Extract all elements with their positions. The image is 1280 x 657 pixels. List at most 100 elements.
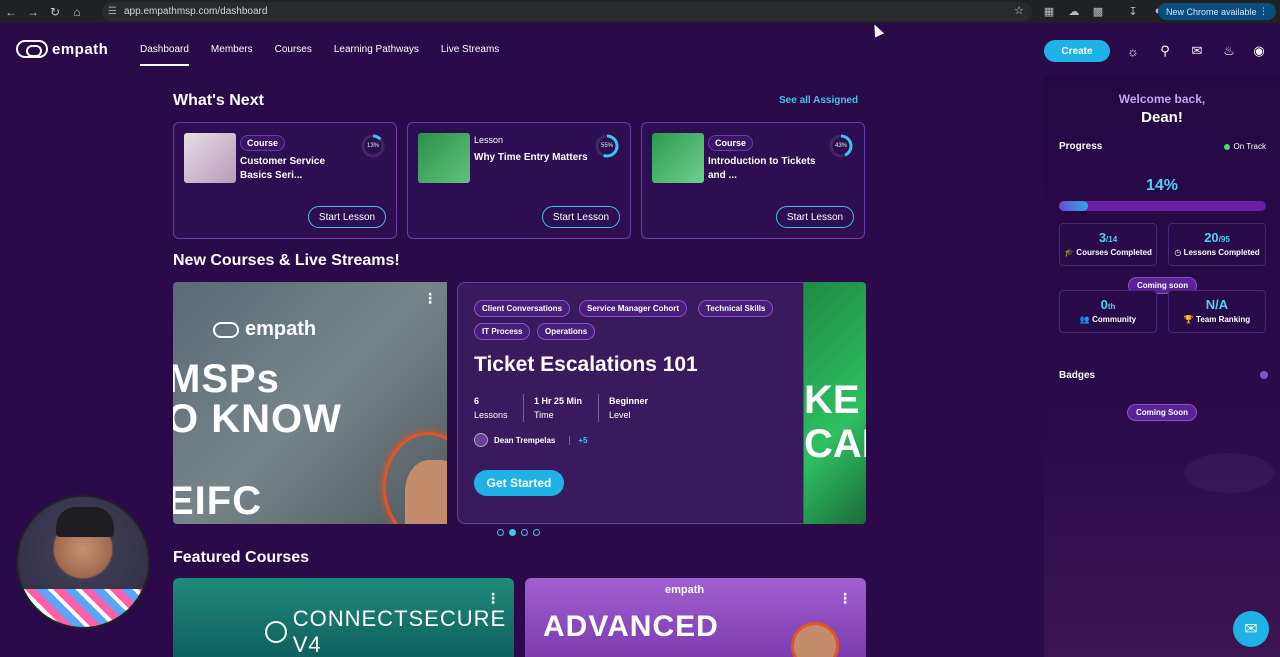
lesson-thumbnail bbox=[418, 133, 470, 183]
carousel-dot-4[interactable] bbox=[533, 529, 540, 536]
extra-authors[interactable]: +5 bbox=[569, 435, 588, 445]
progress-ring: 43% bbox=[828, 133, 854, 159]
app-header: empath Dashboard Members Courses Learnin… bbox=[0, 27, 1280, 73]
card-title: Why Time Entry Matters bbox=[474, 152, 588, 163]
notification-bell-icon[interactable]: ♨ bbox=[1220, 42, 1238, 60]
search-icon[interactable]: ⚲ bbox=[1156, 42, 1174, 60]
extension-cloud-icon[interactable]: ☁ bbox=[1066, 3, 1082, 19]
address-bar[interactable]: ☰ app.empathmsp.com/dashboard ☆ bbox=[102, 2, 1032, 21]
home-icon[interactable]: ⌂ bbox=[66, 1, 88, 23]
presenter-shirt bbox=[18, 589, 148, 627]
stat-level: Beginner Level bbox=[609, 394, 648, 422]
chat-icon[interactable]: ✉ bbox=[1188, 42, 1206, 60]
next-card-customer-service[interactable]: Course Customer Service Basics Seri... 1… bbox=[173, 122, 397, 239]
featured-course-logo: empath bbox=[665, 584, 705, 596]
stat-lessons: 6 Lessons bbox=[474, 394, 508, 422]
theme-sun-icon[interactable]: ☼ bbox=[1124, 42, 1142, 60]
stat-label: Level bbox=[609, 410, 631, 420]
stat-count: 20 bbox=[1204, 230, 1219, 245]
create-button[interactable]: Create bbox=[1044, 40, 1110, 62]
webcam-overlay bbox=[16, 495, 150, 629]
nav-members[interactable]: Members bbox=[211, 44, 253, 64]
progress-ring: 13% bbox=[360, 133, 386, 159]
back-icon[interactable]: ← bbox=[0, 1, 22, 23]
carousel-dot-2[interactable] bbox=[509, 529, 516, 536]
progress-ring: 55% bbox=[594, 133, 620, 159]
tag-it-process[interactable]: IT Process bbox=[474, 323, 531, 340]
carousel-slide-previous[interactable]: empath MSPs O KNOW EIFC ⋮ bbox=[173, 282, 447, 524]
nav-courses[interactable]: Courses bbox=[275, 44, 312, 64]
stat-number: 20/95 bbox=[1169, 230, 1265, 245]
presenter-photo bbox=[405, 460, 447, 524]
stat-caption: ◷ Lessons Completed bbox=[1174, 248, 1260, 257]
user-avatar-icon[interactable]: ◉ bbox=[1250, 42, 1268, 60]
logo-text: empath bbox=[52, 40, 109, 58]
whats-next-title: What's Next bbox=[173, 92, 264, 109]
featured-course-advanced[interactable]: empath ADVANCED ⋮ bbox=[525, 578, 866, 657]
next-card-time-entry[interactable]: Lesson Why Time Entry Matters 55% Start … bbox=[407, 122, 631, 239]
stat-number: N/A bbox=[1169, 297, 1265, 312]
more-options-icon[interactable]: ⋮ bbox=[486, 590, 500, 607]
extensions-puzzle-icon[interactable]: ▩ bbox=[1090, 3, 1106, 19]
carousel-dot-1[interactable] bbox=[497, 529, 504, 536]
tag-service-manager-cohort[interactable]: Service Manager Cohort bbox=[579, 300, 688, 317]
presenter-hat bbox=[56, 507, 114, 537]
support-chat-icon[interactable]: ✉ bbox=[1233, 611, 1269, 647]
empath-logo[interactable]: empath bbox=[16, 40, 108, 58]
author-avatar bbox=[474, 433, 488, 447]
get-started-button[interactable]: Get Started bbox=[474, 470, 564, 496]
chrome-update-button[interactable]: New Chrome available ⋮ bbox=[1157, 3, 1276, 20]
stat-caption: 👥 Community bbox=[1079, 315, 1137, 324]
start-lesson-button[interactable]: Start Lesson bbox=[308, 206, 386, 228]
site-info-icon[interactable]: ☰ bbox=[108, 6, 124, 17]
more-options-icon[interactable]: ⋮ bbox=[838, 590, 852, 607]
carousel-dot-3[interactable] bbox=[521, 529, 528, 536]
see-all-assigned-link[interactable]: See all Assigned bbox=[779, 95, 858, 106]
slide-text-line: EIFC bbox=[173, 479, 263, 523]
nav-live-streams[interactable]: Live Streams bbox=[441, 44, 499, 64]
team-ranking-stat: N/A 🏆 Team Ranking bbox=[1168, 290, 1266, 333]
nav-learning-pathways[interactable]: Learning Pathways bbox=[334, 44, 419, 64]
lessons-completed-stat: 20/95 ◷ Lessons Completed bbox=[1168, 223, 1266, 266]
empath-logo-icon bbox=[16, 40, 48, 58]
progress-sidebar: Welcome back, Dean! Progress On Track 14… bbox=[1044, 73, 1280, 657]
download-icon[interactable]: ↧ bbox=[1125, 3, 1141, 19]
new-courses-title: New Courses & Live Streams! bbox=[173, 252, 400, 269]
more-options-icon[interactable]: ⋮ bbox=[423, 290, 437, 307]
progress-percent: 55% bbox=[600, 143, 613, 149]
progress-label: Progress bbox=[1059, 141, 1103, 152]
forward-icon[interactable]: → bbox=[22, 1, 44, 23]
main-nav: Dashboard Members Courses Learning Pathw… bbox=[140, 44, 499, 66]
nav-dashboard[interactable]: Dashboard bbox=[140, 44, 189, 66]
start-lesson-button[interactable]: Start Lesson bbox=[542, 206, 620, 228]
featured-course-connectsecure[interactable]: CONNECTSECURE V4 ⋮ bbox=[173, 578, 514, 657]
status-badge: On Track bbox=[1223, 142, 1266, 151]
reload-icon[interactable]: ↻ bbox=[44, 1, 66, 23]
carousel-slide-next[interactable]: KE CAI bbox=[804, 282, 866, 524]
info-icon[interactable] bbox=[1260, 371, 1268, 379]
content-type-badge: Course bbox=[240, 135, 286, 151]
stat-value: 6 bbox=[474, 396, 480, 406]
course-authors[interactable]: Dean Trempelas +5 bbox=[474, 433, 588, 447]
tag-operations[interactable]: Operations bbox=[537, 323, 596, 340]
extension-icon[interactable]: ▦ bbox=[1041, 3, 1057, 19]
stat-label: Lessons bbox=[474, 410, 508, 420]
badges-coming-soon-badge: Coming Soon bbox=[1127, 404, 1197, 421]
carousel-slide-featured[interactable]: Client Conversations Service Manager Coh… bbox=[457, 282, 804, 524]
tag-technical-skills[interactable]: Technical Skills bbox=[698, 300, 774, 317]
badges-label: Badges bbox=[1059, 370, 1096, 381]
progress-percent: 43% bbox=[834, 143, 847, 149]
stat-caption: 🏆 Team Ranking bbox=[1183, 315, 1251, 324]
content-type-label: Lesson bbox=[474, 135, 504, 145]
url-text: app.empathmsp.com/dashboard bbox=[124, 6, 268, 17]
stat-count: N/A bbox=[1205, 297, 1229, 312]
bookmark-star-icon[interactable]: ☆ bbox=[1014, 4, 1024, 17]
featured-course-label-text: CONNECTSECURE V4 bbox=[292, 606, 507, 657]
next-card-tickets-triage[interactable]: Course Introduction to Tickets and ... 4… bbox=[641, 122, 865, 239]
start-lesson-button[interactable]: Start Lesson bbox=[776, 206, 854, 228]
tag-client-conversations[interactable]: Client Conversations bbox=[474, 300, 571, 317]
carousel-pagination bbox=[497, 529, 540, 536]
stat-value: Beginner bbox=[609, 396, 649, 406]
stat-number: 3/14 bbox=[1060, 230, 1156, 245]
slide-text-line: KE bbox=[804, 378, 860, 422]
